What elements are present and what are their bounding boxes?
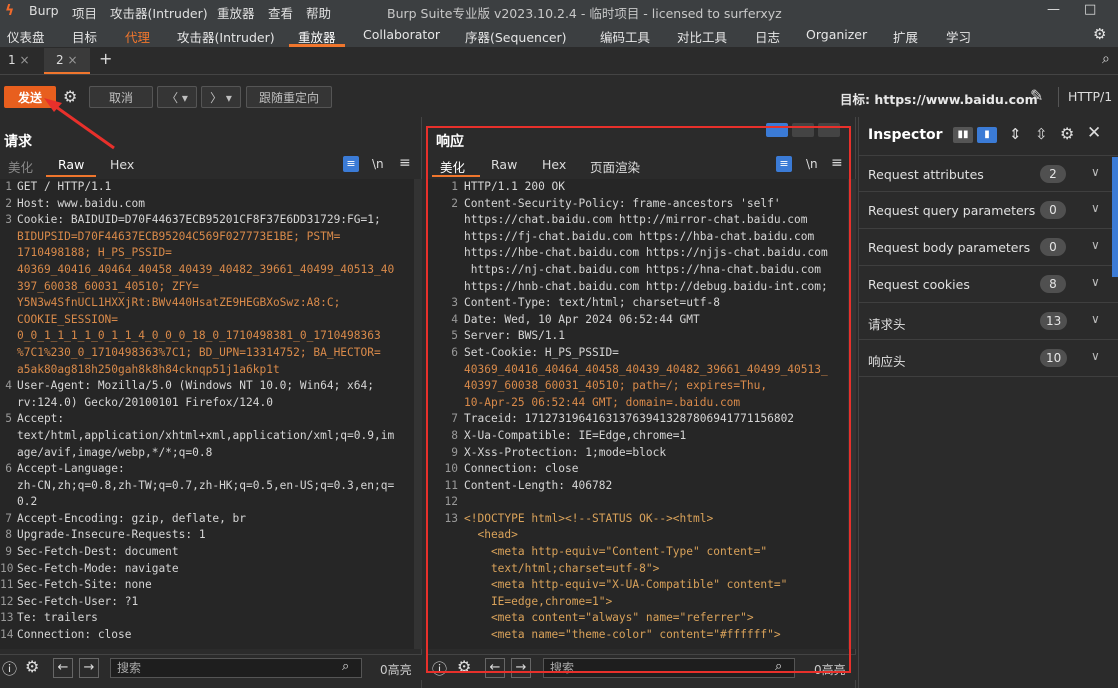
arrow-shaft: [51, 102, 115, 150]
annotation-arrow: [44, 98, 115, 150]
